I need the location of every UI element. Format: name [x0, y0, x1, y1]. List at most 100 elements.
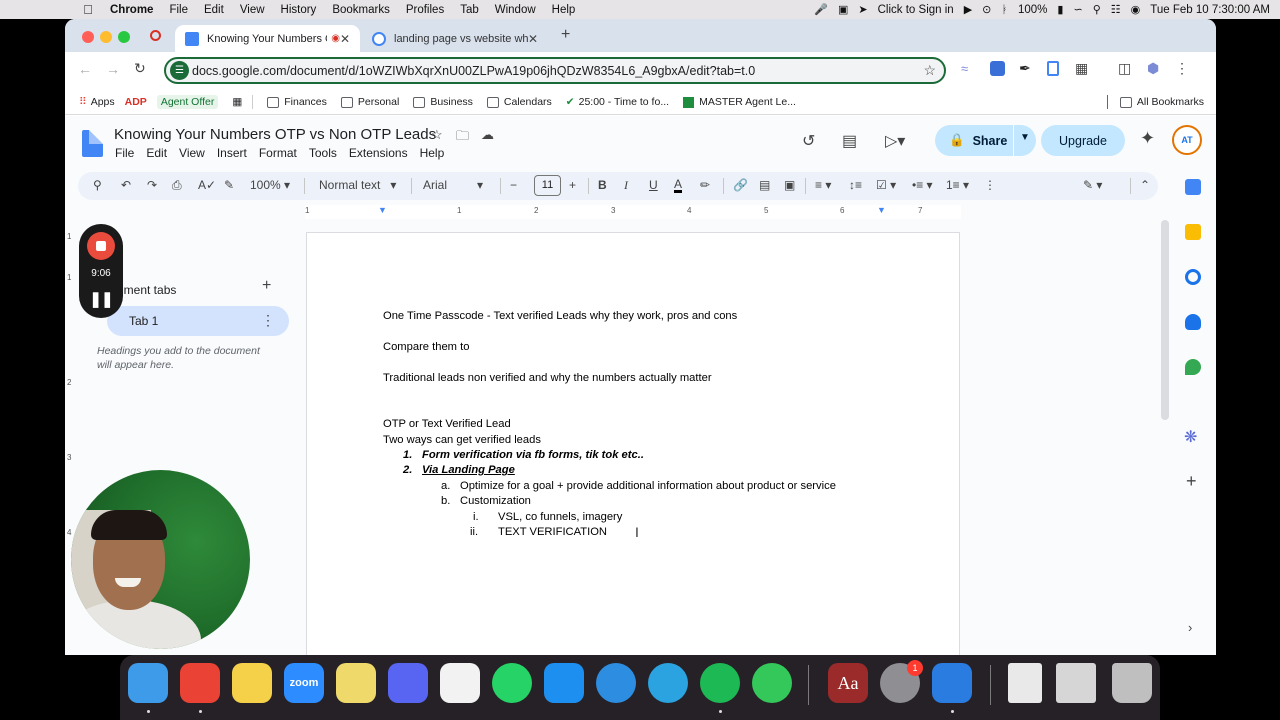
- text-color-icon[interactable]: A: [674, 178, 683, 193]
- style-select[interactable]: Normal text ▾: [319, 178, 396, 192]
- docs-menu-insert[interactable]: Insert: [217, 146, 247, 160]
- dock-dictionary-icon[interactable]: Aa: [828, 663, 868, 703]
- meet-video-icon[interactable]: ▷▾: [885, 131, 905, 151]
- extensions-puzzle-icon[interactable]: ▦: [1075, 60, 1088, 77]
- font-select[interactable]: Arial ▾: [423, 178, 483, 192]
- bold-icon[interactable]: B: [598, 178, 607, 192]
- extension-docs-icon[interactable]: [1047, 61, 1059, 76]
- search-menus-icon[interactable]: ⚲: [93, 178, 102, 192]
- window-close-button[interactable]: [82, 31, 94, 43]
- docs-menu-tools[interactable]: Tools: [309, 146, 337, 160]
- menu-profiles[interactable]: Profiles: [398, 4, 452, 16]
- chevron-down-icon[interactable]: ▼: [1020, 132, 1030, 143]
- dock-messages-icon[interactable]: [752, 663, 792, 703]
- dock-preview-icon[interactable]: [1056, 663, 1096, 703]
- sign-in-status[interactable]: Click to Sign in: [878, 4, 954, 16]
- document-title[interactable]: Knowing Your Numbers OTP vs Non OTP Lead…: [114, 126, 436, 143]
- list-item[interactable]: Form verification via fb forms, tik tok …: [422, 449, 644, 461]
- apple-menu-icon[interactable]: : [74, 2, 102, 17]
- menu-tab[interactable]: Tab: [452, 4, 487, 16]
- contacts-icon[interactable]: [1185, 314, 1201, 330]
- tab-groups-icon[interactable]: ▦: [232, 96, 242, 108]
- bookmark-adp[interactable]: ADP: [125, 96, 147, 108]
- screen-record-icon[interactable]: ▣: [838, 3, 848, 16]
- list-item[interactable]: Optimize for a goal + provide additional…: [460, 480, 836, 492]
- bookmark-master-agent[interactable]: MASTER Agent Le...: [683, 96, 796, 108]
- add-tab-icon[interactable]: +: [262, 277, 271, 295]
- docs-menu-view[interactable]: View: [179, 146, 205, 160]
- underline-icon[interactable]: U: [649, 178, 658, 192]
- redo-icon[interactable]: ↷: [147, 178, 157, 192]
- document-tab-1[interactable]: Tab 1 ⋮: [107, 306, 289, 336]
- decrease-font-size-icon[interactable]: −: [510, 178, 517, 192]
- wifi-icon[interactable]: ∽: [1073, 3, 1082, 16]
- bookmark-folder-personal[interactable]: Personal: [340, 96, 399, 108]
- maps-icon[interactable]: [1185, 359, 1201, 375]
- tab-close-icon[interactable]: ✕: [528, 32, 538, 46]
- doc-line[interactable]: Two ways can get verified leads: [383, 434, 541, 446]
- paint-format-icon[interactable]: ✎: [224, 178, 234, 192]
- menu-view[interactable]: View: [232, 4, 273, 16]
- dock-discord-icon[interactable]: [388, 663, 428, 703]
- dock-finder-icon[interactable]: [128, 663, 168, 703]
- upgrade-button[interactable]: Upgrade: [1041, 125, 1125, 156]
- dock-whatsapp-icon[interactable]: [492, 663, 532, 703]
- menu-history[interactable]: History: [273, 4, 325, 16]
- bluetooth-icon[interactable]: ᛓ: [1001, 4, 1008, 16]
- dock-stickies-icon[interactable]: [336, 663, 376, 703]
- chrome-menu-icon[interactable]: ⋮: [1175, 60, 1189, 77]
- menu-window[interactable]: Window: [487, 4, 544, 16]
- calendar-icon[interactable]: [1185, 179, 1201, 195]
- right-indent-marker-icon[interactable]: ▼: [877, 205, 886, 215]
- account-avatar[interactable]: AT: [1172, 125, 1202, 155]
- menu-help[interactable]: Help: [544, 4, 584, 16]
- play-status-icon[interactable]: ▶: [964, 3, 972, 16]
- highlight-color-icon[interactable]: ✏: [700, 178, 710, 192]
- docs-menu-extensions[interactable]: Extensions: [349, 146, 408, 160]
- numbered-list-icon[interactable]: 1≡ ▾: [946, 178, 969, 192]
- extension-badge-icon[interactable]: [990, 61, 1005, 76]
- bookmark-folder-business[interactable]: Business: [413, 96, 473, 108]
- docs-menu-file[interactable]: File: [115, 146, 134, 160]
- pause-recording-icon[interactable]: ❚❚: [79, 290, 123, 308]
- comments-icon[interactable]: ▤: [842, 131, 857, 151]
- insert-comment-icon[interactable]: ▤: [759, 178, 770, 192]
- expand-panel-icon[interactable]: ›: [1188, 620, 1192, 635]
- tasks-icon[interactable]: [1185, 269, 1201, 285]
- extension-wave-icon[interactable]: ≈: [961, 61, 968, 76]
- dock-document-icon[interactable]: [1008, 663, 1042, 703]
- align-select-icon[interactable]: ≡ ▾: [815, 178, 831, 192]
- extension-pen-icon[interactable]: ✒: [1019, 60, 1031, 77]
- spellcheck-icon[interactable]: A✓: [198, 178, 216, 192]
- horizontal-ruler[interactable]: 1 ▼ 1 2 3 4 5 6 ▼ 7: [305, 205, 961, 219]
- italic-icon[interactable]: I: [624, 178, 628, 193]
- airdrop-icon[interactable]: ⊙: [982, 3, 991, 16]
- docs-logo-icon[interactable]: [82, 130, 103, 157]
- profile-icon[interactable]: ⬢: [1147, 60, 1159, 77]
- print-icon[interactable]: ⎙: [172, 178, 182, 193]
- checklist-icon[interactable]: ☑ ▾: [876, 178, 896, 192]
- extension-snowflake-icon[interactable]: ❋: [1184, 427, 1197, 447]
- insert-image-icon[interactable]: ▣: [784, 178, 795, 192]
- dock-trash-icon[interactable]: [1112, 663, 1152, 703]
- dock-chrome-icon[interactable]: [180, 663, 220, 703]
- menu-bookmarks[interactable]: Bookmarks: [324, 4, 398, 16]
- collapse-menus-icon[interactable]: ⌃: [1140, 178, 1150, 192]
- menu-edit[interactable]: Edit: [196, 4, 232, 16]
- bookmark-folder-calendars[interactable]: Calendars: [486, 96, 552, 108]
- zoom-select[interactable]: 100% ▾: [250, 178, 290, 192]
- doc-line[interactable]: Compare them to: [383, 341, 469, 353]
- microphone-icon[interactable]: 🎤: [814, 3, 828, 16]
- more-options-icon[interactable]: ⋮: [984, 178, 996, 192]
- window-minimize-button[interactable]: [100, 31, 112, 43]
- indent-marker-icon[interactable]: ▼: [378, 205, 387, 215]
- list-item[interactable]: TEXT VERIFICATION: [498, 526, 607, 538]
- battery-icon[interactable]: ▮: [1057, 3, 1063, 16]
- share-button[interactable]: 🔒 Share ▼: [935, 125, 1036, 156]
- version-history-icon[interactable]: ↺: [802, 131, 815, 151]
- all-bookmarks[interactable]: All Bookmarks: [1119, 96, 1204, 108]
- menubar-clock[interactable]: Tue Feb 10 7:30:00 AM: [1150, 4, 1270, 16]
- stop-recording-button[interactable]: [87, 232, 115, 260]
- forward-icon[interactable]: →: [106, 61, 120, 77]
- document-page[interactable]: One Time Passcode - Text verified Leads …: [306, 232, 960, 655]
